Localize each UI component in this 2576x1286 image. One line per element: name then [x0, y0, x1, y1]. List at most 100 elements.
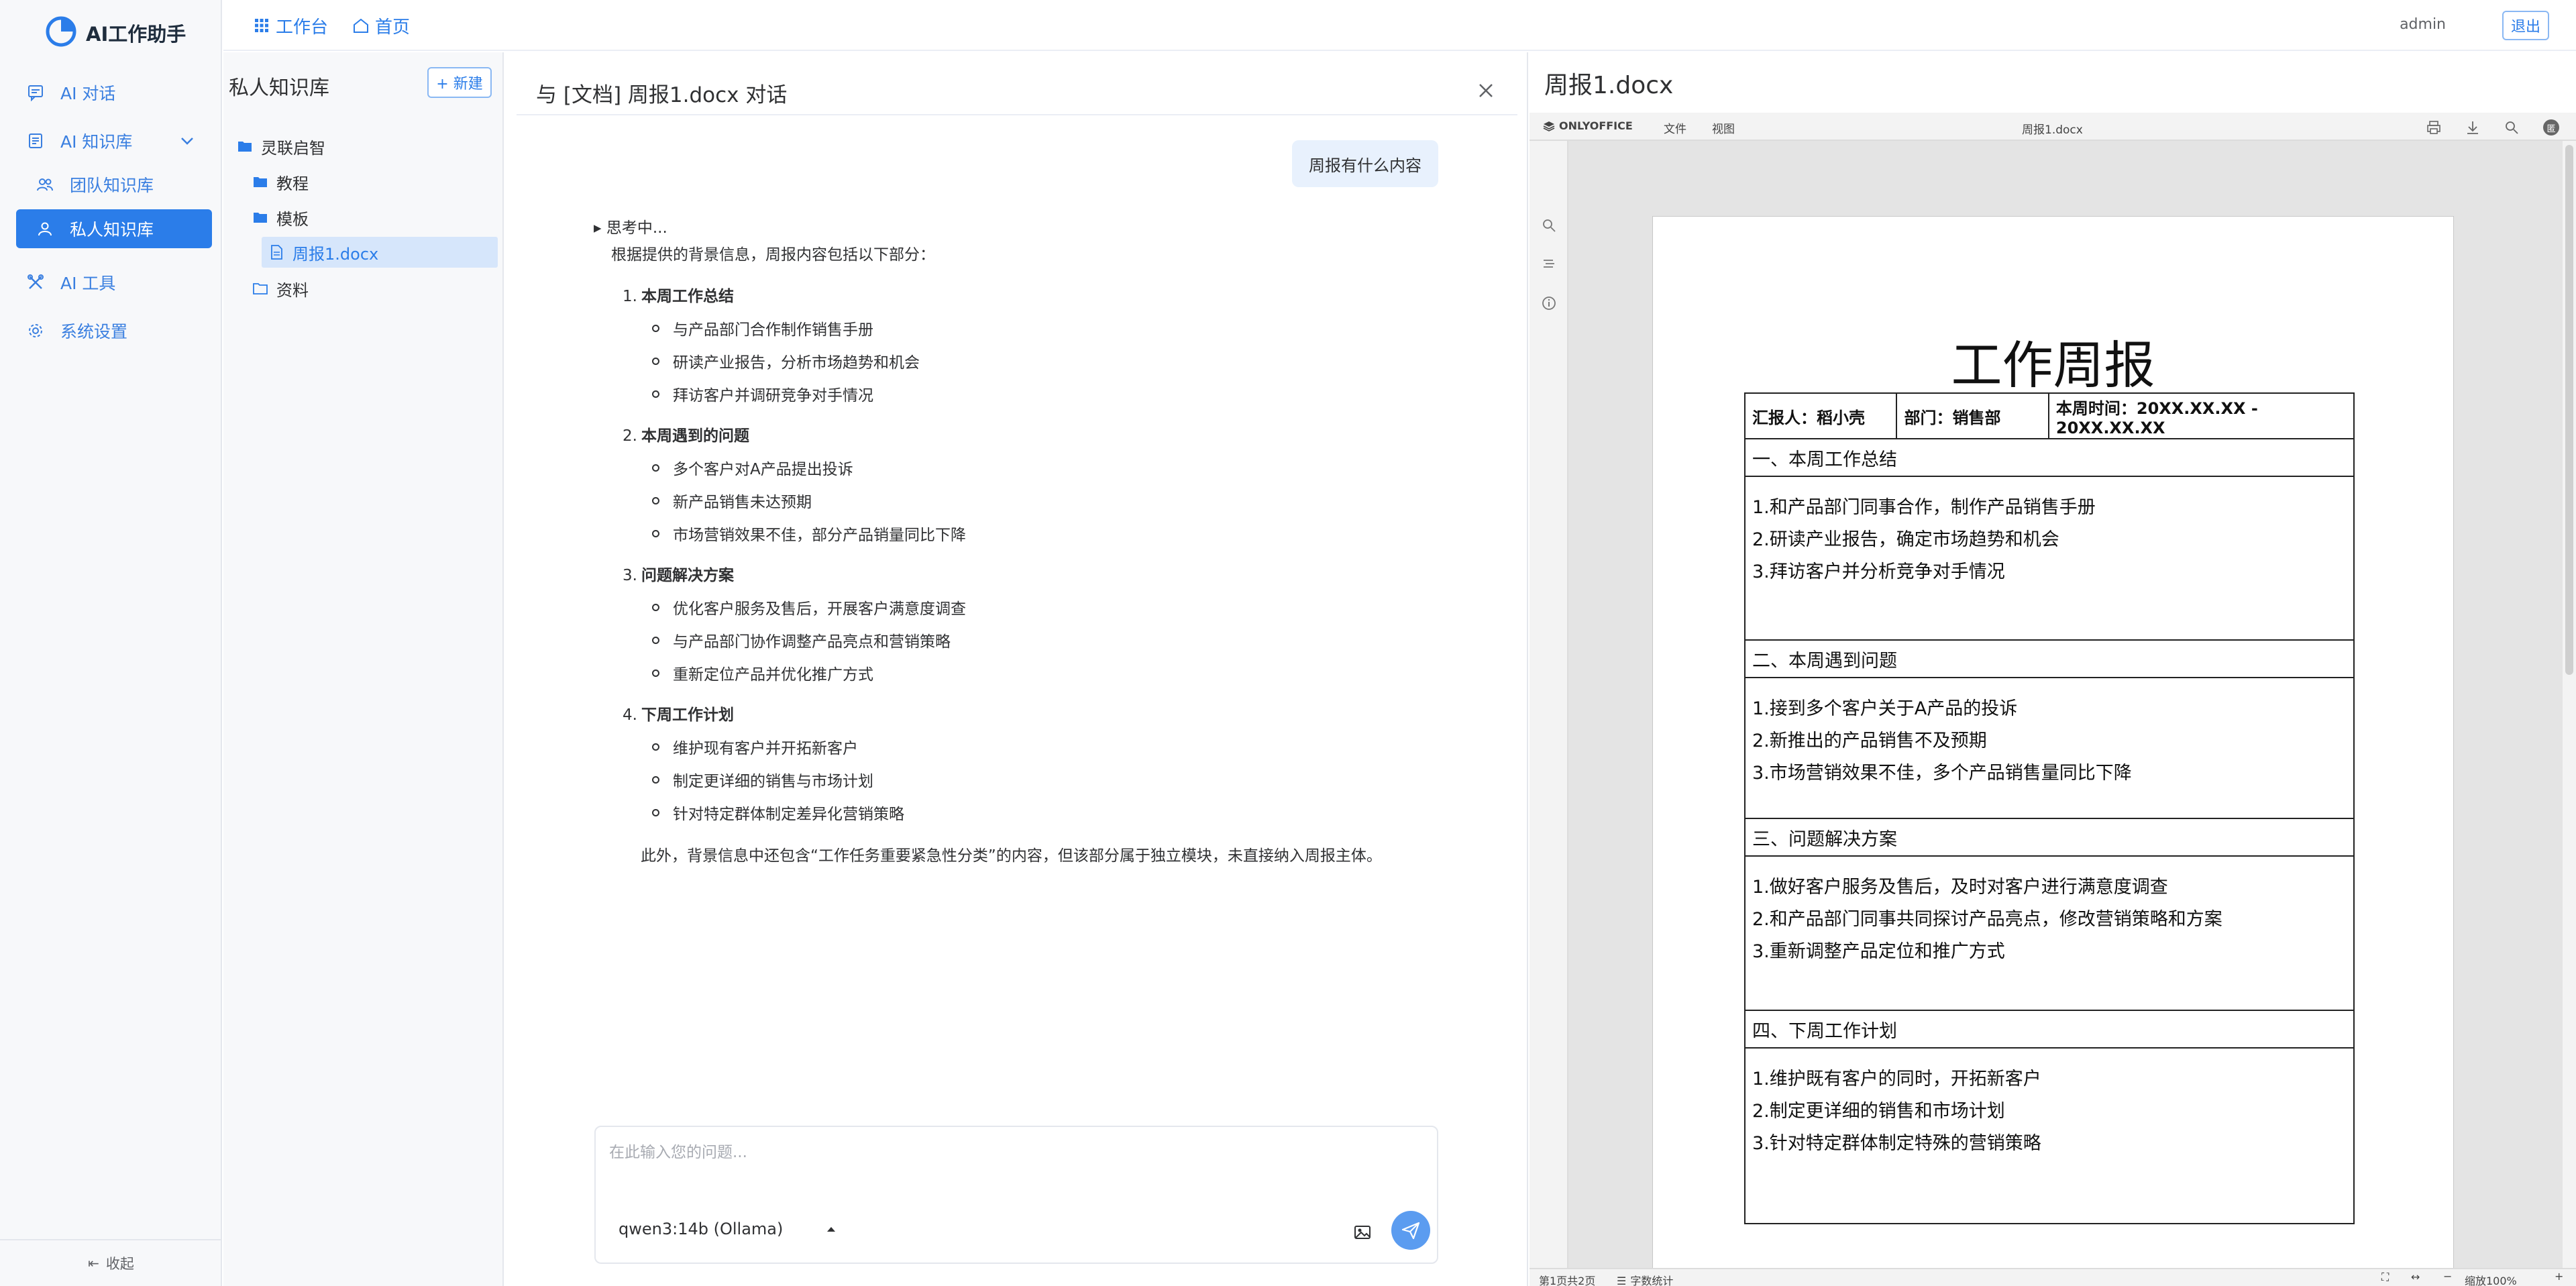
answer-bullet: 针对特定群体制定差异化营销策略 [652, 801, 904, 824]
answer-section-heading: 2. 本周遇到的问题 [623, 423, 749, 445]
tree-file-weekly-report[interactable]: 周报1.docx [262, 237, 498, 268]
section-title-cell: 二、本周遇到问题 [1744, 639, 2355, 678]
image-upload-icon[interactable] [1352, 1222, 1373, 1242]
gear-icon [25, 321, 46, 341]
tree-label: 资料 [276, 280, 309, 300]
report-table: 汇报人：稻小壳 部门：销售部 本周时间：20XX.XX.XX - 20XX.XX… [1743, 392, 2355, 1224]
chevron-down-icon[interactable] [178, 132, 196, 150]
word-count-icon: ☰ [1617, 1275, 1627, 1286]
zoom-in-icon[interactable]: + [2555, 1270, 2563, 1283]
page-indicator: 第1页共2页 [1539, 1275, 1596, 1286]
sidebar-item-label: 私人知识库 [70, 220, 154, 239]
sidebar-item-ai-chat[interactable]: AI 对话 [16, 73, 212, 112]
menu-file[interactable]: 文件 [1664, 119, 1686, 136]
section-title: 下周工作计划 [641, 706, 734, 724]
zoom-level: 缩放100% [2465, 1275, 2517, 1286]
home-link[interactable]: 首页 [352, 13, 410, 38]
word-count-label: 字数统计 [1630, 1275, 1674, 1286]
body-line: 3.市场营销效果不佳，多个产品销售量同比下降 [1752, 763, 2132, 784]
tree-folder-lingliang[interactable]: 灵联启智 [237, 131, 492, 162]
section-title: 本周遇到的问题 [641, 427, 749, 445]
bullet-text: 重新定位产品并优化推广方式 [673, 666, 873, 684]
document-canvas[interactable]: 工作周报 汇报人：稻小壳 部门：销售部 本周时间：20XX.XX.XX - 20… [1568, 141, 2563, 1268]
table-row: 三、问题解决方案 [1744, 818, 2355, 857]
vertical-scrollbar[interactable] [2563, 141, 2576, 1268]
folder-icon [252, 174, 268, 190]
model-label: qwen3:14b (Ollama) [619, 1220, 784, 1238]
document-title: 周报1.docx [1544, 72, 1674, 99]
answer-footnote: 此外，背景信息中还包含“工作任务重要紧急性分类”的内容，但该部分属于独立模块，未… [641, 847, 1382, 865]
logout-button[interactable]: 退出 [2502, 11, 2549, 40]
avatar[interactable]: 匿 [2543, 119, 2559, 136]
bullet-text: 新产品销售未达预期 [673, 494, 812, 511]
top-nav-bar: 工作台 首页 admin 退出 [223, 0, 2576, 51]
chat-input-box: qwen3:14b (Ollama) [594, 1126, 1438, 1264]
section-body-cell: 1.和产品部门同事合作，制作产品销售手册 2.研读产业报告，确定市场趋势和机会 … [1744, 476, 2355, 641]
home-label: 首页 [375, 17, 411, 38]
close-icon[interactable] [1476, 81, 1496, 101]
send-button[interactable] [1391, 1211, 1430, 1250]
answer-bullet: 维护现有客户并开拓新客户 [652, 735, 858, 758]
scrollbar-thumb[interactable] [2565, 145, 2573, 675]
sidebar-item-private-knowledge[interactable]: 私人知识库 [16, 209, 212, 248]
bullet-text: 针对特定群体制定差异化营销策略 [673, 806, 904, 823]
search-icon[interactable] [2504, 119, 2520, 136]
editor-filename: 周报1.docx [2022, 123, 2083, 137]
workbench-link[interactable]: 工作台 [253, 13, 328, 38]
table-row: 1.接到多个客户关于A产品的投诉 2.新推出的产品销售不及预期 3.市场营销效果… [1744, 677, 2355, 819]
fit-page-icon[interactable]: ⛶ [2381, 1271, 2389, 1284]
headings-icon[interactable] [1541, 256, 1557, 272]
table-row: 1.维护既有客户的同时，开拓新客户 2.制定更详细的销售和市场计划 3.针对特定… [1744, 1047, 2355, 1224]
divider [517, 114, 1517, 115]
answer-bullet: 拜访客户并调研竞争对手情况 [652, 382, 873, 405]
body-line: 2.制定更详细的销售和市场计划 [1752, 1101, 2005, 1122]
answer-bullet: 重新定位产品并优化推广方式 [652, 661, 873, 684]
print-icon[interactable] [2426, 119, 2442, 136]
app-logo-icon [44, 15, 78, 48]
model-select[interactable]: qwen3:14b (Ollama) [619, 1220, 837, 1238]
section-body-cell: 1.维护既有客户的同时，开拓新客户 2.制定更详细的销售和市场计划 3.针对特定… [1744, 1047, 2355, 1224]
sidebar-item-label: AI 知识库 [60, 132, 133, 152]
grid-icon [253, 17, 270, 34]
new-button[interactable]: + 新建 [427, 67, 492, 98]
tree-label: 周报1.docx [292, 244, 379, 264]
collapse-button[interactable]: ⇤ 收起 [0, 1249, 222, 1277]
document-panel: 周报1.docx ONLYOFFICE 文件 视图 周报1.docx 匿 工作周… [1529, 52, 2576, 1286]
folder-icon [252, 209, 268, 225]
section-title-cell: 三、问题解决方案 [1744, 818, 2355, 857]
search-icon[interactable] [1541, 217, 1557, 233]
answer-bullet: 优化客户服务及售后，开展客户满意度调查 [652, 596, 966, 619]
user-name: admin [2400, 16, 2446, 33]
bullet-text: 拜访客户并调研竞争对手情况 [673, 387, 873, 405]
bullet-text: 与产品部门协作调整产品亮点和营销策略 [673, 633, 951, 651]
thinking-toggle[interactable]: ▸ 思考中... [594, 215, 667, 237]
sidebar-item-team-knowledge[interactable]: 团队知识库 [16, 165, 212, 204]
body-line: 1.和产品部门同事合作，制作产品销售手册 [1752, 497, 2096, 518]
tree-folder-materials[interactable]: 资料 [252, 273, 492, 304]
table-row: 汇报人：稻小壳 部门：销售部 本周时间：20XX.XX.XX - 20XX.XX… [1743, 392, 2355, 439]
section-title-cell: 一、本周工作总结 [1744, 438, 2355, 477]
sidebar-item-ai-tools[interactable]: AI 工具 [16, 263, 212, 302]
fit-width-icon[interactable]: ↔ [2411, 1271, 2420, 1283]
info-icon[interactable] [1541, 295, 1557, 311]
word-count-button[interactable]: ☰ 字数统计 [1617, 1272, 1673, 1286]
send-icon [1401, 1222, 1420, 1240]
download-icon[interactable] [2465, 119, 2481, 136]
answer-bullet: 与产品部门合作制作销售手册 [652, 317, 873, 339]
chat-input[interactable] [609, 1139, 1421, 1179]
sidebar-item-ai-knowledge[interactable]: AI 知识库 [16, 121, 212, 160]
tree-folder-template[interactable]: 模板 [252, 202, 492, 233]
answer-bullet: 新产品销售未达预期 [652, 489, 812, 512]
period-cell: 本周时间：20XX.XX.XX - 20XX.XX.XX [2047, 392, 2355, 439]
app-title: AI工作助手 [86, 23, 186, 46]
menu-view[interactable]: 视图 [1712, 119, 1735, 136]
tree-folder-tutorial[interactable]: 教程 [252, 166, 492, 197]
caret-up-icon [826, 1226, 837, 1232]
body-line: 2.和产品部门同事共同探讨产品亮点，修改营销策略和方案 [1752, 909, 2222, 930]
sidebar-item-settings[interactable]: 系统设置 [16, 311, 212, 350]
chat-title: 与 [文档] 周报1.docx 对话 [536, 83, 788, 107]
answer-bullet: 制定更详细的销售与市场计划 [652, 768, 873, 791]
editor-toolbar: ONLYOFFICE 文件 视图 周报1.docx 匿 [1529, 113, 2576, 141]
tools-icon [25, 272, 46, 292]
zoom-out-icon[interactable]: − [2443, 1270, 2452, 1283]
